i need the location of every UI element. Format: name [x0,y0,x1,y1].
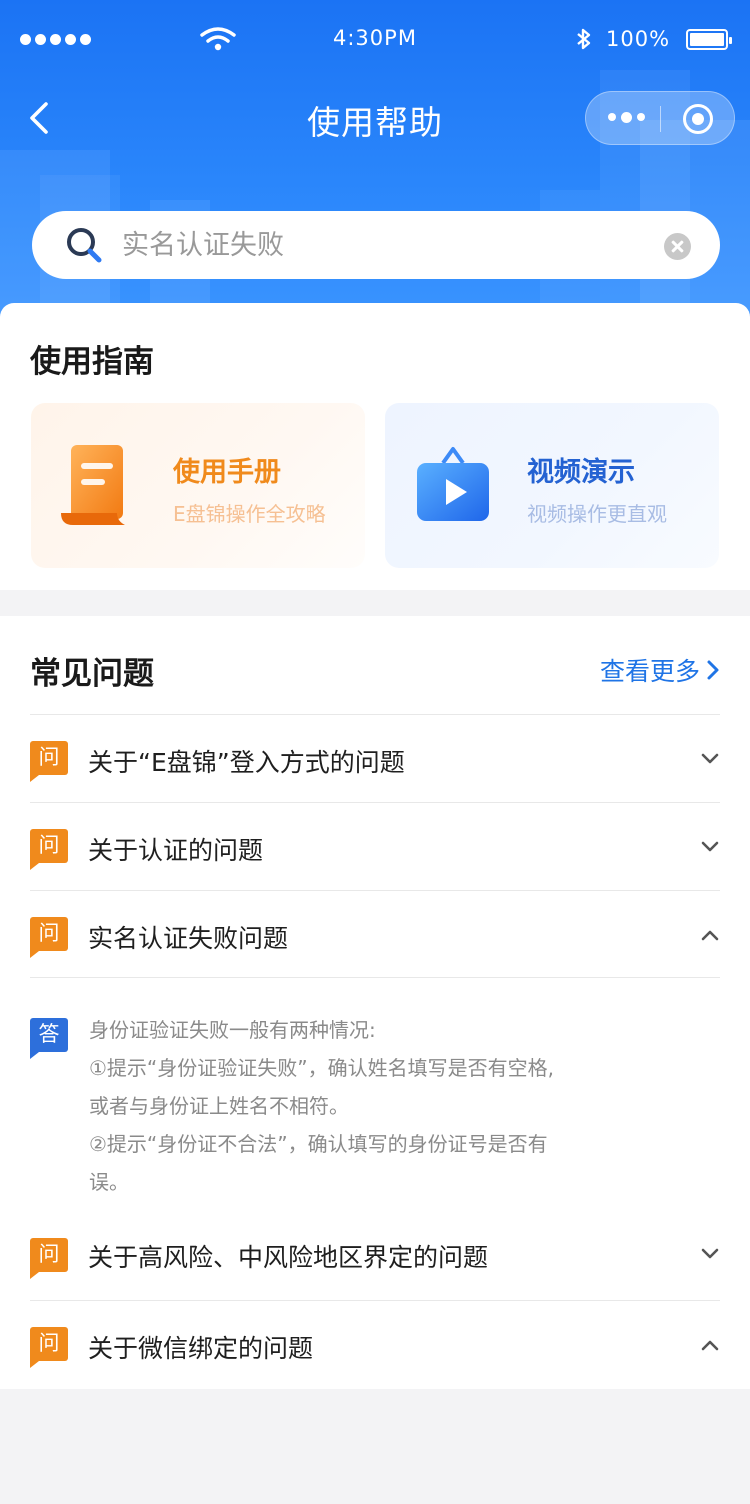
answer-line: ①提示“身份证验证失败”，确认姓名填写是否有空格, [89,1056,555,1080]
header: 4:30PM 100% 使用帮助 [0,0,750,330]
view-more-link[interactable]: 查看更多 [600,652,720,688]
chevron-up-icon [701,930,719,941]
answer-badge: 答 [30,1018,68,1059]
manual-title: 使用手册 [173,457,281,488]
status-time: 4:30PM [333,26,417,50]
chevron-up-icon [701,1340,719,1351]
answer-line: 误。 [89,1170,129,1194]
video-tile[interactable]: 视频演示 视频操作更直观 [385,403,719,568]
scroll-icon [61,445,125,525]
answer-line: 或者与身份证上姓名不相符。 [89,1094,349,1118]
video-subtitle: 视频操作更直观 [527,502,667,526]
clear-search-icon[interactable] [664,233,691,260]
close-miniprogram-icon[interactable] [683,104,713,134]
video-title: 视频演示 [527,457,635,488]
faq-question: 关于“E盘锦”登入方式的问题 [88,748,405,777]
faq-section-title: 常见问题 [30,656,154,692]
faq-answer: 答 身份证验证失败一般有两种情况: ①提示“身份证验证失败”，确认姓名填写是否有… [30,1004,720,1209]
mini-program-capsule [585,91,735,145]
video-play-icon [417,447,489,521]
answer-line: ②提示“身份证不合法”，确认填写的身份证号是否有 [89,1132,548,1156]
faq-question: 关于微信绑定的问题 [88,1334,314,1363]
question-badge: 问 [30,1327,68,1368]
capsule-divider [660,106,661,132]
view-more-label: 查看更多 [599,657,700,686]
faq-question: 实名认证失败问题 [88,924,289,953]
faq-item-expanded[interactable]: 问 实名认证失败问题 [30,890,720,978]
manual-tile[interactable]: 使用手册 E盘锦操作全攻略 [31,403,365,568]
guide-section-title: 使用指南 [30,344,154,380]
chevron-right-icon [707,660,719,680]
battery-icon [686,29,732,50]
answer-line: 身份证验证失败一般有两种情况: [89,1018,376,1042]
manual-subtitle: E盘锦操作全攻略 [173,502,326,526]
chevron-down-icon [701,1248,719,1259]
faq-section: 常见问题 查看更多 问 关于“E盘锦”登入方式的问题 问 关于认证的问题 问 实… [0,616,750,1389]
search-bar[interactable] [32,211,720,279]
question-badge: 问 [30,917,68,958]
faq-question: 关于高风险、中风险地区界定的问题 [88,1243,489,1272]
faq-question: 关于认证的问题 [88,836,264,865]
faq-item[interactable]: 问 关于“E盘锦”登入方式的问题 [30,714,720,802]
faq-item[interactable]: 问 关于高风险、中风险地区界定的问题 [30,1212,720,1300]
signal-icon [20,34,91,45]
faq-item[interactable]: 问 关于微信绑定的问题 [30,1300,720,1388]
guide-section: 使用指南 使用手册 E盘锦操作全攻略 视频演示 视频操作更直观 [0,303,750,590]
search-input[interactable] [122,221,662,269]
faq-item[interactable]: 问 关于认证的问题 [30,802,720,890]
more-options-icon[interactable] [608,111,645,123]
question-badge: 问 [30,1238,68,1279]
question-badge: 问 [30,741,68,782]
chevron-down-icon [701,841,719,852]
battery-percent: 100% [606,27,671,51]
search-icon [67,228,102,263]
wifi-icon [200,27,236,51]
chevron-down-icon [701,753,719,764]
status-bar: 4:30PM 100% [0,0,750,78]
bluetooth-icon [577,28,591,50]
question-badge: 问 [30,829,68,870]
